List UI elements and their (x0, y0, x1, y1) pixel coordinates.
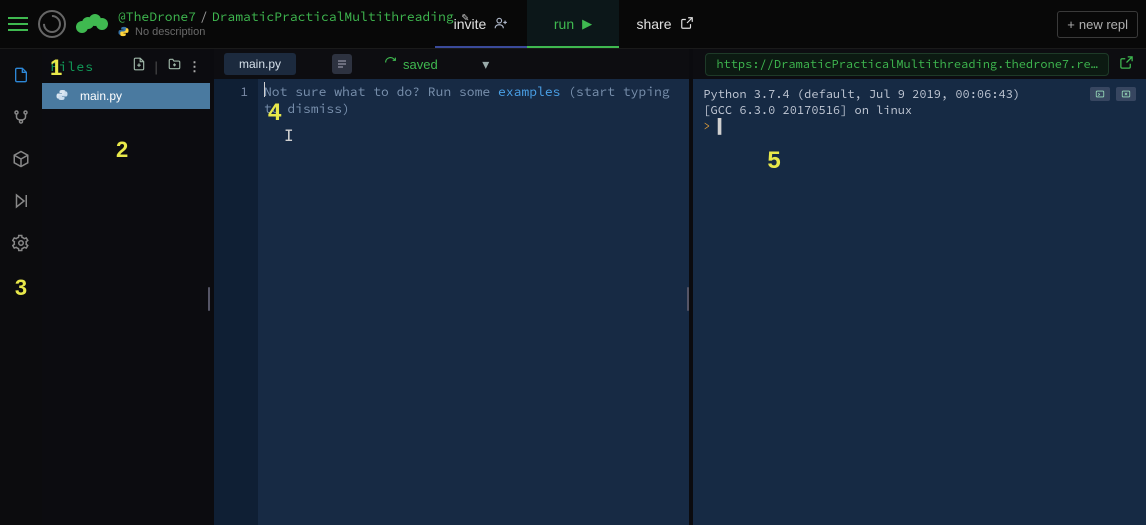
saved-label: saved (403, 57, 438, 72)
editor-tab-main[interactable]: main.py (224, 53, 296, 75)
refresh-icon (384, 56, 397, 72)
file-tree-panel: Files | ⋮ main.py 1 2 (42, 49, 210, 525)
version-control-rail-icon[interactable] (11, 107, 31, 127)
hamburger-menu-icon[interactable] (8, 17, 28, 31)
settings-rail-icon[interactable] (11, 233, 31, 253)
editor-tabbar: main.py saved ▾ (214, 49, 689, 79)
new-folder-icon[interactable] (167, 57, 182, 75)
run-button[interactable]: run ▶ (527, 0, 619, 48)
files-rail-icon[interactable] (11, 65, 31, 85)
files-heading: Files (50, 58, 126, 75)
console-line-2: [GCC 6.3.0 20170516] on linux (703, 103, 1136, 119)
open-in-new-tab-icon[interactable] (1119, 55, 1134, 74)
format-code-icon[interactable] (332, 54, 352, 74)
plus-icon: + (1067, 17, 1075, 32)
save-status: saved (384, 56, 438, 72)
invite-label: invite (454, 16, 487, 32)
terminal-output[interactable]: Python 3.7.4 (default, Jul 9 2019, 00:06… (693, 79, 1146, 525)
code-editor[interactable]: 1 Not sure what to do? Run some examples… (214, 79, 689, 525)
line-gutter: 1 (214, 79, 258, 525)
console-clear-icon[interactable] (1116, 87, 1136, 101)
header-left: @TheDrone7 / DramaticPracticalMultithreadi… (8, 0, 481, 48)
history-dropdown-icon[interactable]: ▾ (476, 54, 496, 74)
file-more-icon[interactable]: ⋮ (188, 58, 202, 75)
annotation-5: 5 (767, 145, 780, 177)
console-cursor: ▌ (718, 119, 725, 134)
project-description[interactable]: No description (135, 26, 205, 38)
share-button[interactable]: share (619, 0, 711, 48)
activity-rail: 3 (0, 49, 42, 525)
editor-panel: main.py saved ▾ 1 (214, 49, 689, 525)
separator: | (152, 58, 161, 75)
console-line-1: Python 3.7.4 (default, Jul 9 2019, 00:06… (703, 87, 1136, 103)
annotation-3: 3 (15, 275, 27, 301)
console-prompt: > (703, 119, 710, 134)
replit-logo-icon[interactable] (38, 10, 66, 38)
placeholder-pre: Not sure what to do? Run some (264, 83, 498, 100)
console-input-icon[interactable] (1090, 87, 1110, 101)
project-title[interactable]: @TheDrone7 / DramaticPracticalMultithreadi… (118, 10, 469, 24)
invite-user-icon (494, 16, 508, 33)
repl-url-field[interactable]: https://DramaticPracticalMultithreading.… (705, 53, 1109, 76)
python-icon (118, 26, 129, 37)
mouse-ibeam-cursor: 𝙸 (284, 126, 294, 146)
slash: / (200, 10, 208, 24)
file-item-main[interactable]: main.py (42, 83, 210, 109)
python-file-icon (56, 89, 70, 104)
share-label: share (636, 16, 671, 32)
debugger-rail-icon[interactable] (11, 191, 31, 211)
text-cursor (264, 82, 265, 97)
examples-link[interactable]: examples (498, 83, 560, 100)
app-header: @TheDrone7 / DramaticPracticalMultithreadi… (0, 0, 1146, 49)
project-name[interactable]: DramaticPracticalMultithreading (212, 10, 454, 24)
packages-rail-icon[interactable] (11, 149, 31, 169)
editor-placeholder: Not sure what to do? Run some examples (… (264, 83, 670, 117)
play-icon: ▶ (582, 16, 592, 32)
new-file-icon[interactable] (132, 57, 146, 75)
file-item-label: main.py (80, 89, 122, 103)
collaborator-avatars[interactable] (76, 15, 108, 33)
run-label: run (554, 16, 574, 32)
line-number: 1 (214, 83, 248, 100)
new-repl-label: new repl (1079, 17, 1128, 32)
invite-button[interactable]: invite (435, 0, 527, 48)
username[interactable]: @TheDrone7 (118, 10, 196, 24)
annotation-2: 2 (116, 137, 128, 163)
console-panel: https://DramaticPracticalMultithreading.… (693, 49, 1146, 525)
share-icon (680, 16, 694, 33)
new-repl-button[interactable]: + new repl (1057, 11, 1138, 38)
